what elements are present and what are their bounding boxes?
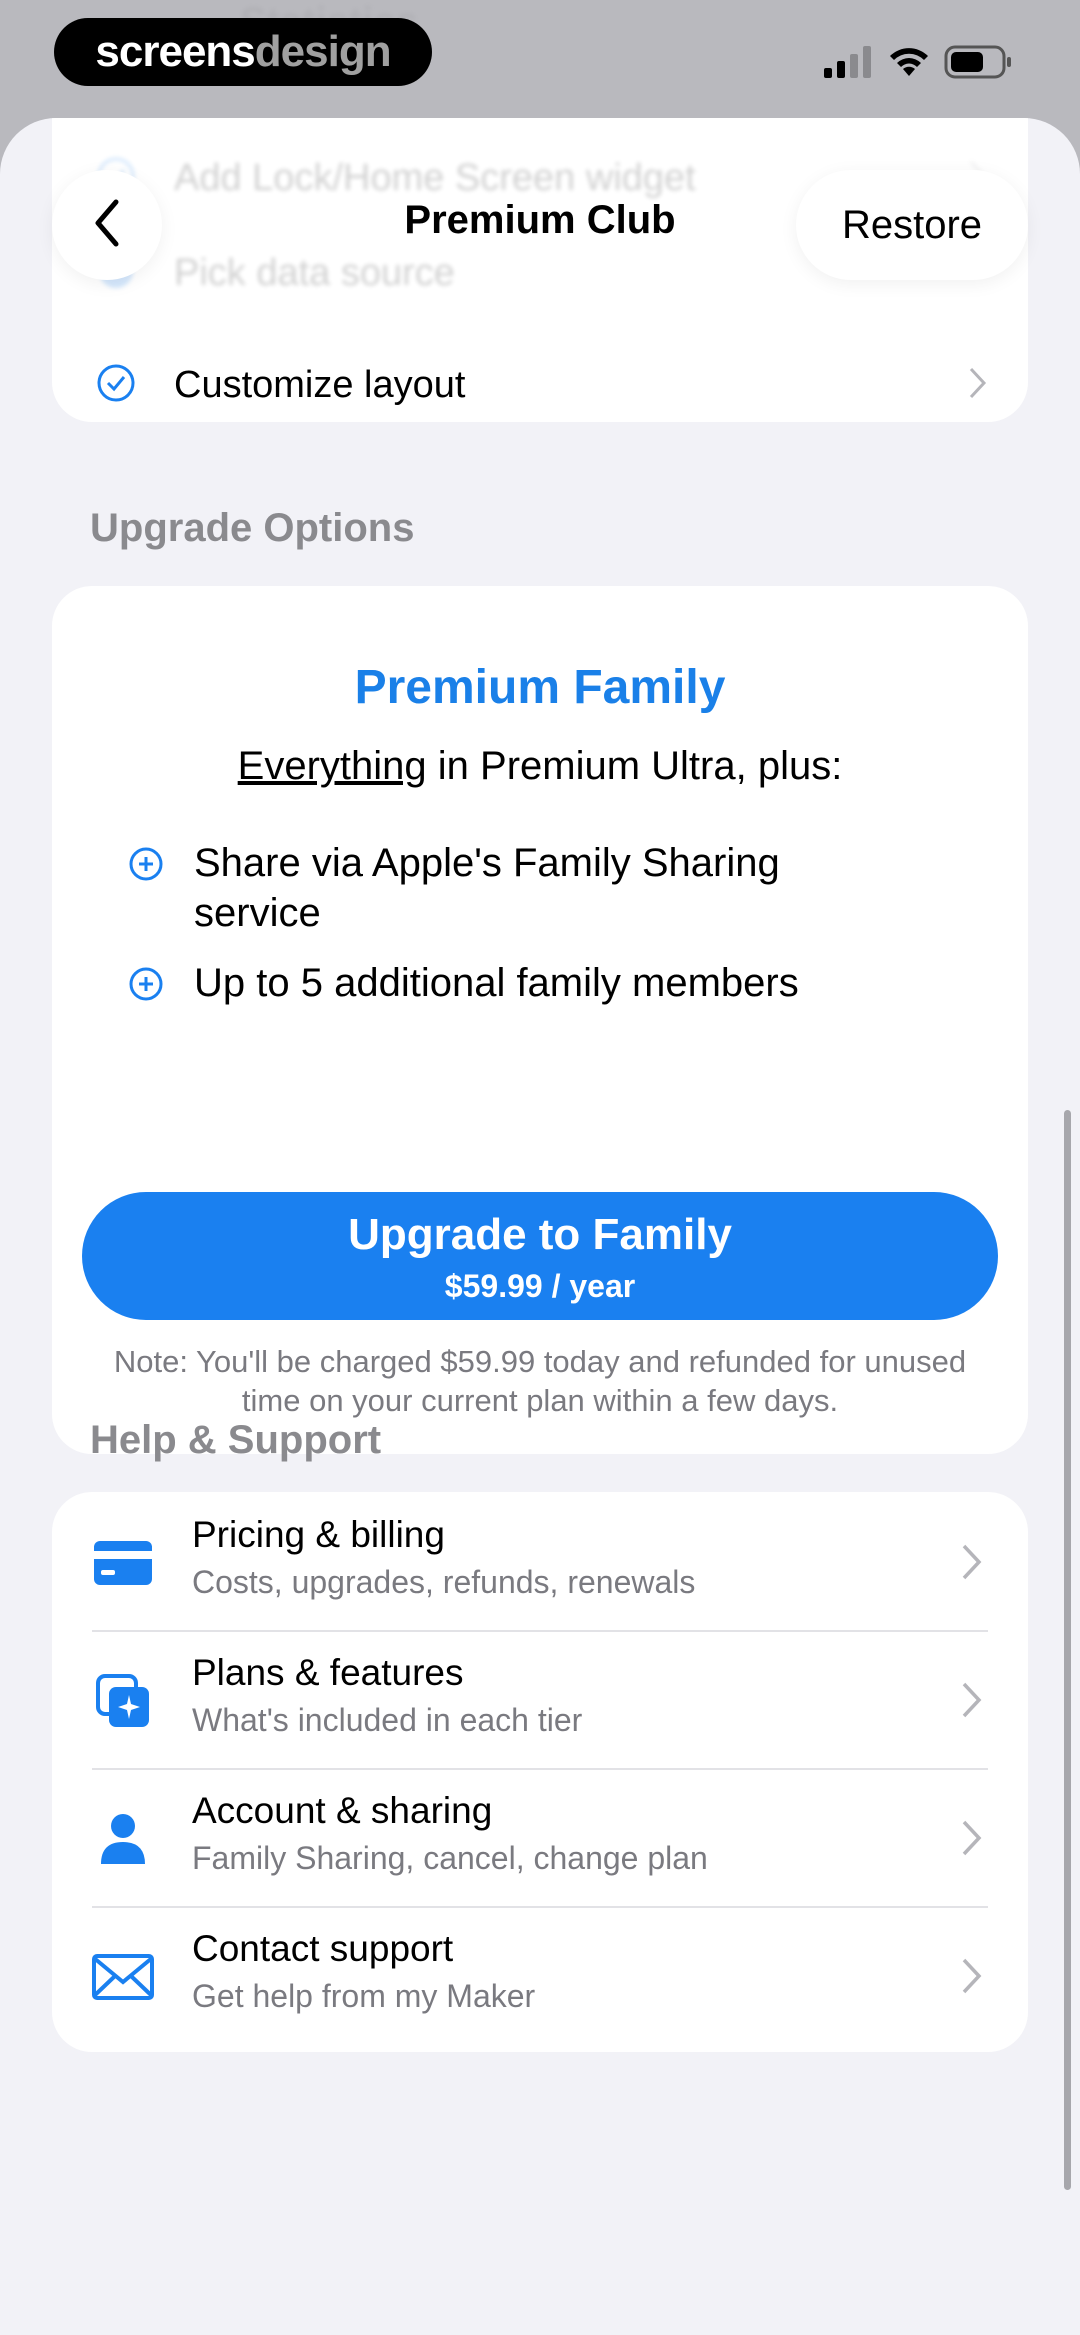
chevron-right-icon [960, 1956, 984, 2001]
plus-circle-icon [128, 844, 164, 894]
brand-badge: screensdesign [54, 18, 432, 86]
cellular-signal-icon [824, 46, 871, 78]
help-card: Pricing & billing Costs, upgrades, refun… [52, 1492, 1028, 2052]
upgrade-card: Premium Family Everything in Premium Ult… [52, 586, 1028, 1454]
navigation-bar: Premium Club Restore [0, 118, 1080, 280]
billing-note: Note: You'll be charged $59.99 today and… [113, 1344, 967, 1418]
feature-row-customize-layout[interactable]: Customize layout [52, 335, 1028, 435]
help-item-subtitle: Family Sharing, cancel, change plan [192, 1840, 708, 1876]
plan-feature-text: Share via Apple's Family Sharing service [194, 841, 780, 935]
help-item-title: Contact support [192, 1928, 454, 1969]
help-item-subtitle: What's included in each tier [192, 1702, 583, 1738]
plan-subtitle: Everything in Premium Ultra, plus: [52, 744, 1028, 789]
plus-circle-icon [128, 964, 164, 1014]
chevron-right-icon [960, 1680, 984, 1725]
upgrade-button-price: $59.99 / year [444, 1268, 636, 1304]
plan-subtitle-emphasis: Everything [237, 744, 427, 788]
premium-sheet: Add Lock/Home Screen widget Pick data so… [0, 118, 1080, 2335]
help-item-plans-features[interactable]: Plans & features What's included in each… [52, 1630, 1028, 1768]
help-item-title: Account & sharing [192, 1790, 493, 1831]
status-bar: Statistics screensdesign [0, 0, 1080, 120]
check-circle-icon [96, 363, 136, 408]
help-item-title: Pricing & billing [192, 1514, 445, 1555]
section-title-help-support: Help & Support [90, 1418, 382, 1462]
plan-feature-item: Up to 5 additional family members [128, 958, 948, 1008]
help-item-pricing-billing[interactable]: Pricing & billing Costs, upgrades, refun… [52, 1492, 1028, 1630]
plan-feature-text: Up to 5 additional family members [194, 961, 799, 1005]
help-item-account-sharing[interactable]: Account & sharing Family Sharing, cancel… [52, 1768, 1028, 1906]
credit-card-icon [92, 1532, 154, 1594]
restore-button[interactable]: Restore [796, 170, 1028, 280]
battery-icon [944, 45, 1011, 79]
wifi-icon [890, 48, 928, 76]
feature-label: Customize layout [174, 363, 466, 406]
envelope-icon [92, 1946, 154, 2008]
help-item-subtitle: Costs, upgrades, refunds, renewals [192, 1564, 696, 1600]
sparkle-stack-icon [92, 1670, 154, 1732]
upgrade-to-family-button[interactable]: Upgrade to Family $59.99 / year [82, 1192, 998, 1320]
help-item-contact-support[interactable]: Contact support Get help from my Maker [52, 1906, 1028, 2044]
chevron-right-icon [968, 366, 988, 405]
status-icons [824, 38, 1014, 86]
section-title-upgrade-options: Upgrade Options [90, 506, 415, 550]
chevron-right-icon [960, 1818, 984, 1863]
plan-feature-item: Share via Apple's Family Sharing service [128, 838, 948, 938]
help-item-subtitle: Get help from my Maker [192, 1978, 536, 2014]
person-icon [92, 1808, 154, 1870]
scrollbar[interactable] [1064, 1110, 1071, 2190]
help-item-title: Plans & features [192, 1652, 464, 1693]
upgrade-button-label: Upgrade to Family [348, 1210, 732, 1259]
plan-title: Premium Family [354, 661, 726, 714]
chevron-right-icon [960, 1542, 984, 1587]
brand-text-light: design [254, 27, 392, 76]
brand-text-bold: screens [95, 27, 255, 76]
plan-subtitle-rest: in Premium Ultra, plus: [426, 744, 843, 788]
